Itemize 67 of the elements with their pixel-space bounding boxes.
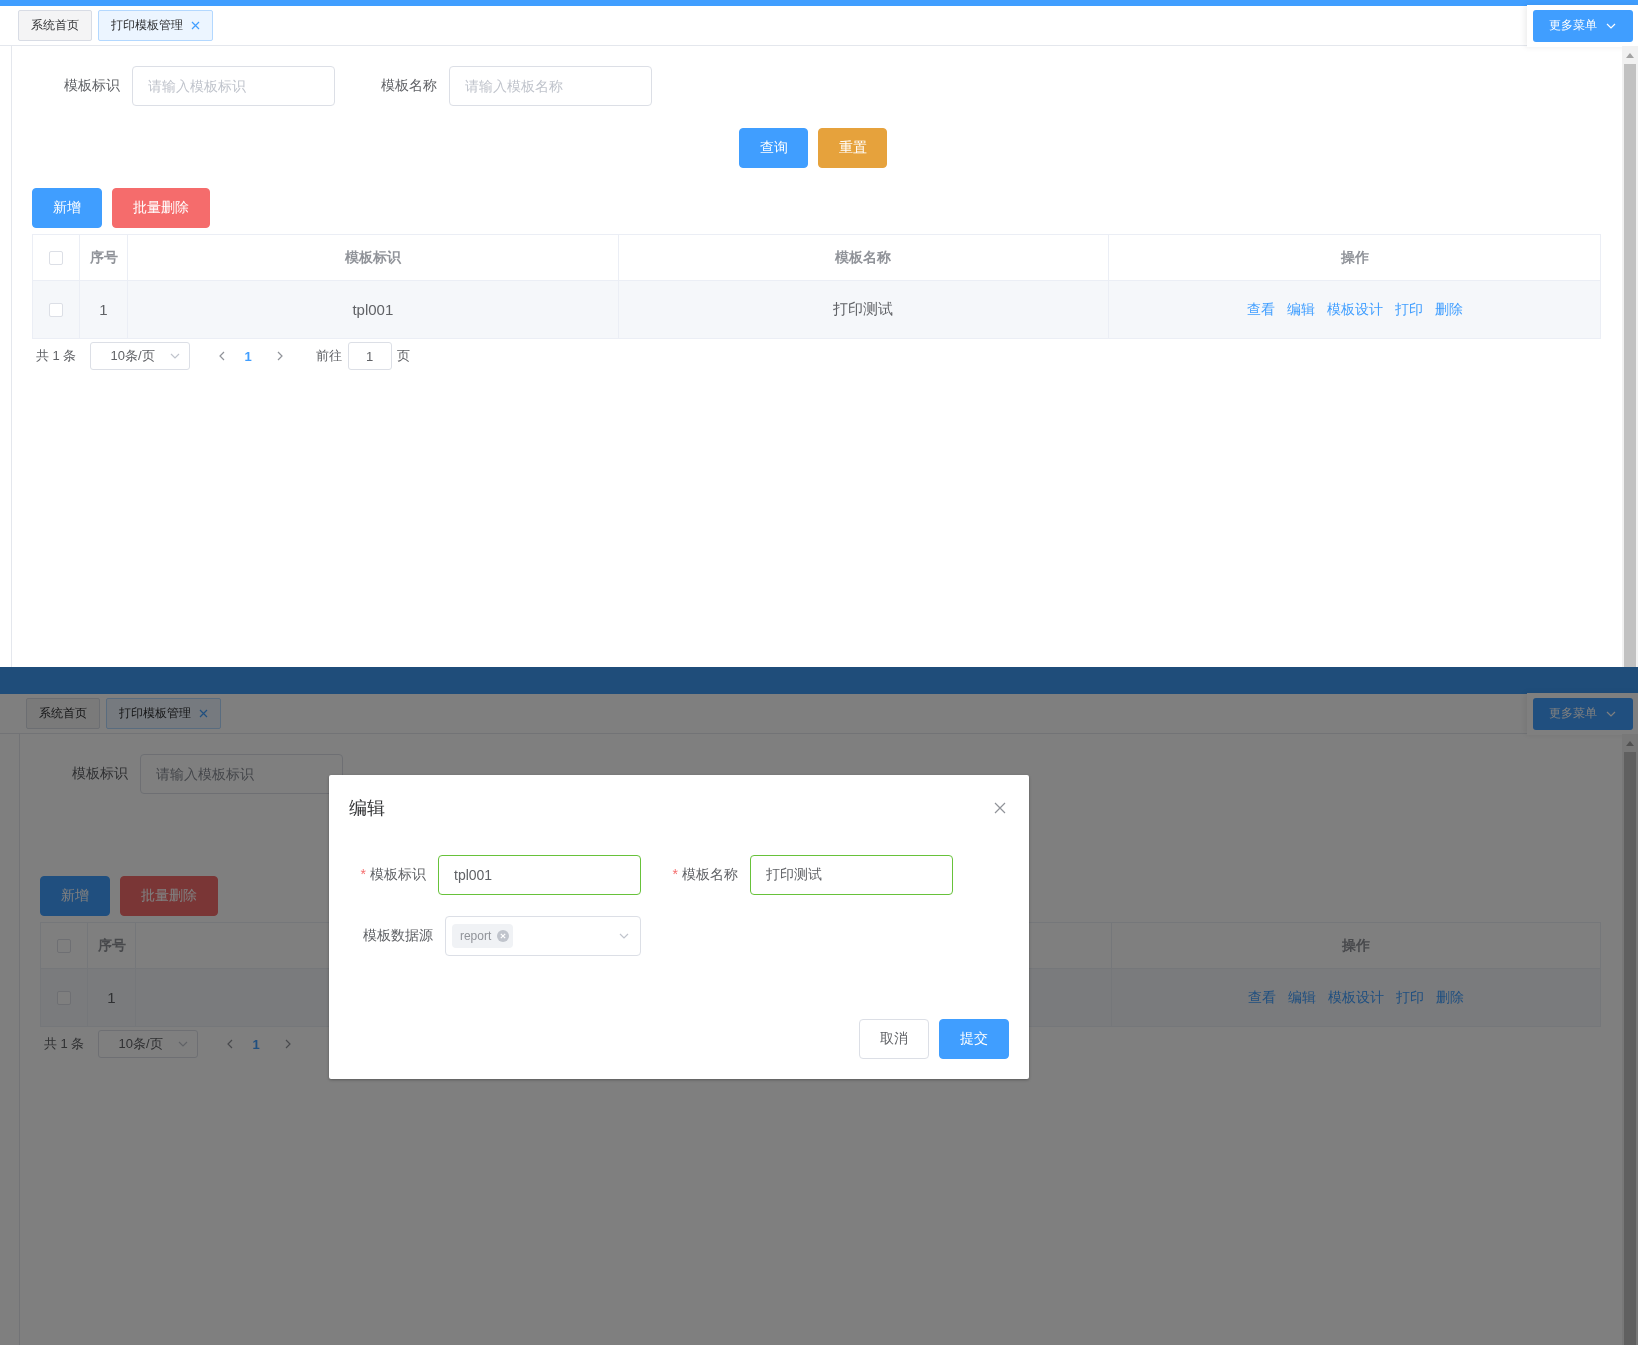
field-label: 模板数据源	[361, 927, 433, 945]
action-link[interactable]: 删除	[1436, 988, 1464, 1007]
batch-delete-button[interactable]: 批量删除	[120, 876, 218, 916]
add-button[interactable]: 新增	[32, 188, 102, 228]
table-cell: 1	[99, 301, 108, 318]
batch-delete-button[interactable]: 批量删除	[112, 188, 210, 228]
action-link[interactable]: 编辑	[1288, 988, 1316, 1007]
reset-button[interactable]: 重置	[818, 128, 887, 168]
select-field[interactable]: report	[444, 916, 641, 956]
close-icon[interactable]	[191, 21, 200, 30]
cancel-button[interactable]: 取消	[859, 1019, 929, 1059]
submit-button[interactable]: 提交	[939, 1019, 1009, 1059]
total-count: 共 1 条	[44, 1035, 85, 1053]
goto-label: 前往	[315, 347, 342, 365]
tag: report	[451, 924, 514, 948]
add-button[interactable]: 新增	[40, 876, 110, 916]
column-header: 操作	[1340, 248, 1369, 267]
action-link[interactable]: 查看	[1246, 300, 1275, 319]
page-size-select[interactable]: 10条/页	[98, 1030, 199, 1058]
field-label: 模板标识	[64, 77, 120, 95]
field-label: 模板标识	[72, 765, 128, 783]
tab[interactable]: 系统首页	[18, 10, 92, 41]
dialog-title: 编辑	[349, 797, 385, 820]
input-field[interactable]: tpl001	[438, 855, 641, 895]
action-link[interactable]: 查看	[1248, 988, 1276, 1007]
total-count: 共 1 条	[36, 347, 77, 365]
column-header: 模板标识	[344, 248, 401, 267]
page-size-select[interactable]: 10条/页	[90, 342, 191, 370]
scrollbar[interactable]	[1622, 734, 1638, 1345]
table-cell: tpl001	[352, 301, 394, 318]
scrollbar[interactable]	[1622, 46, 1638, 667]
scroll-up-icon[interactable]	[1626, 740, 1634, 746]
field-label: * 模板标识	[359, 866, 426, 884]
input-field[interactable]: 请输入模板标识	[140, 754, 343, 794]
page-suffix: 页	[396, 347, 410, 365]
scrollbar-thumb[interactable]	[1624, 64, 1636, 667]
action-link[interactable]: 打印	[1394, 300, 1423, 319]
clear-icon[interactable]	[497, 930, 510, 942]
more-menu-button[interactable]: 更多菜单	[1533, 697, 1633, 730]
field-label: 模板名称	[381, 77, 437, 95]
input-field[interactable]: 请输入模板标识	[132, 66, 335, 106]
column-header: 序号	[89, 248, 118, 267]
tab[interactable]: 系统首页	[26, 698, 100, 729]
action-link[interactable]: 模板设计	[1328, 988, 1384, 1007]
table-cell: 1	[107, 989, 116, 1006]
close-icon[interactable]	[994, 802, 1006, 814]
page-number[interactable]: 1	[250, 1036, 262, 1052]
page-input[interactable]: 1	[347, 342, 392, 370]
close-icon[interactable]	[199, 709, 208, 718]
field-label: * 模板名称	[671, 866, 738, 884]
input-field[interactable]: 打印测试	[750, 855, 953, 895]
action-link[interactable]: 编辑	[1286, 300, 1315, 319]
input-field[interactable]: 请输入模板名称	[449, 66, 652, 106]
action-link[interactable]: 模板设计	[1326, 300, 1383, 319]
checkbox[interactable]	[49, 302, 63, 317]
action-link[interactable]: 删除	[1434, 300, 1463, 319]
action-link[interactable]: 打印	[1396, 988, 1424, 1007]
search-button[interactable]: 查询	[739, 128, 808, 168]
column-header: 模板名称	[835, 248, 892, 267]
tab[interactable]: 打印模板管理	[98, 10, 213, 41]
scroll-up-icon[interactable]	[1626, 52, 1634, 58]
scrollbar-thumb[interactable]	[1624, 752, 1636, 1345]
tab[interactable]: 打印模板管理	[106, 698, 221, 729]
page-number[interactable]: 1	[242, 348, 254, 364]
more-menu-button[interactable]: 更多菜单	[1533, 9, 1633, 42]
table-cell: 打印测试	[833, 300, 894, 319]
checkbox[interactable]	[49, 250, 63, 265]
